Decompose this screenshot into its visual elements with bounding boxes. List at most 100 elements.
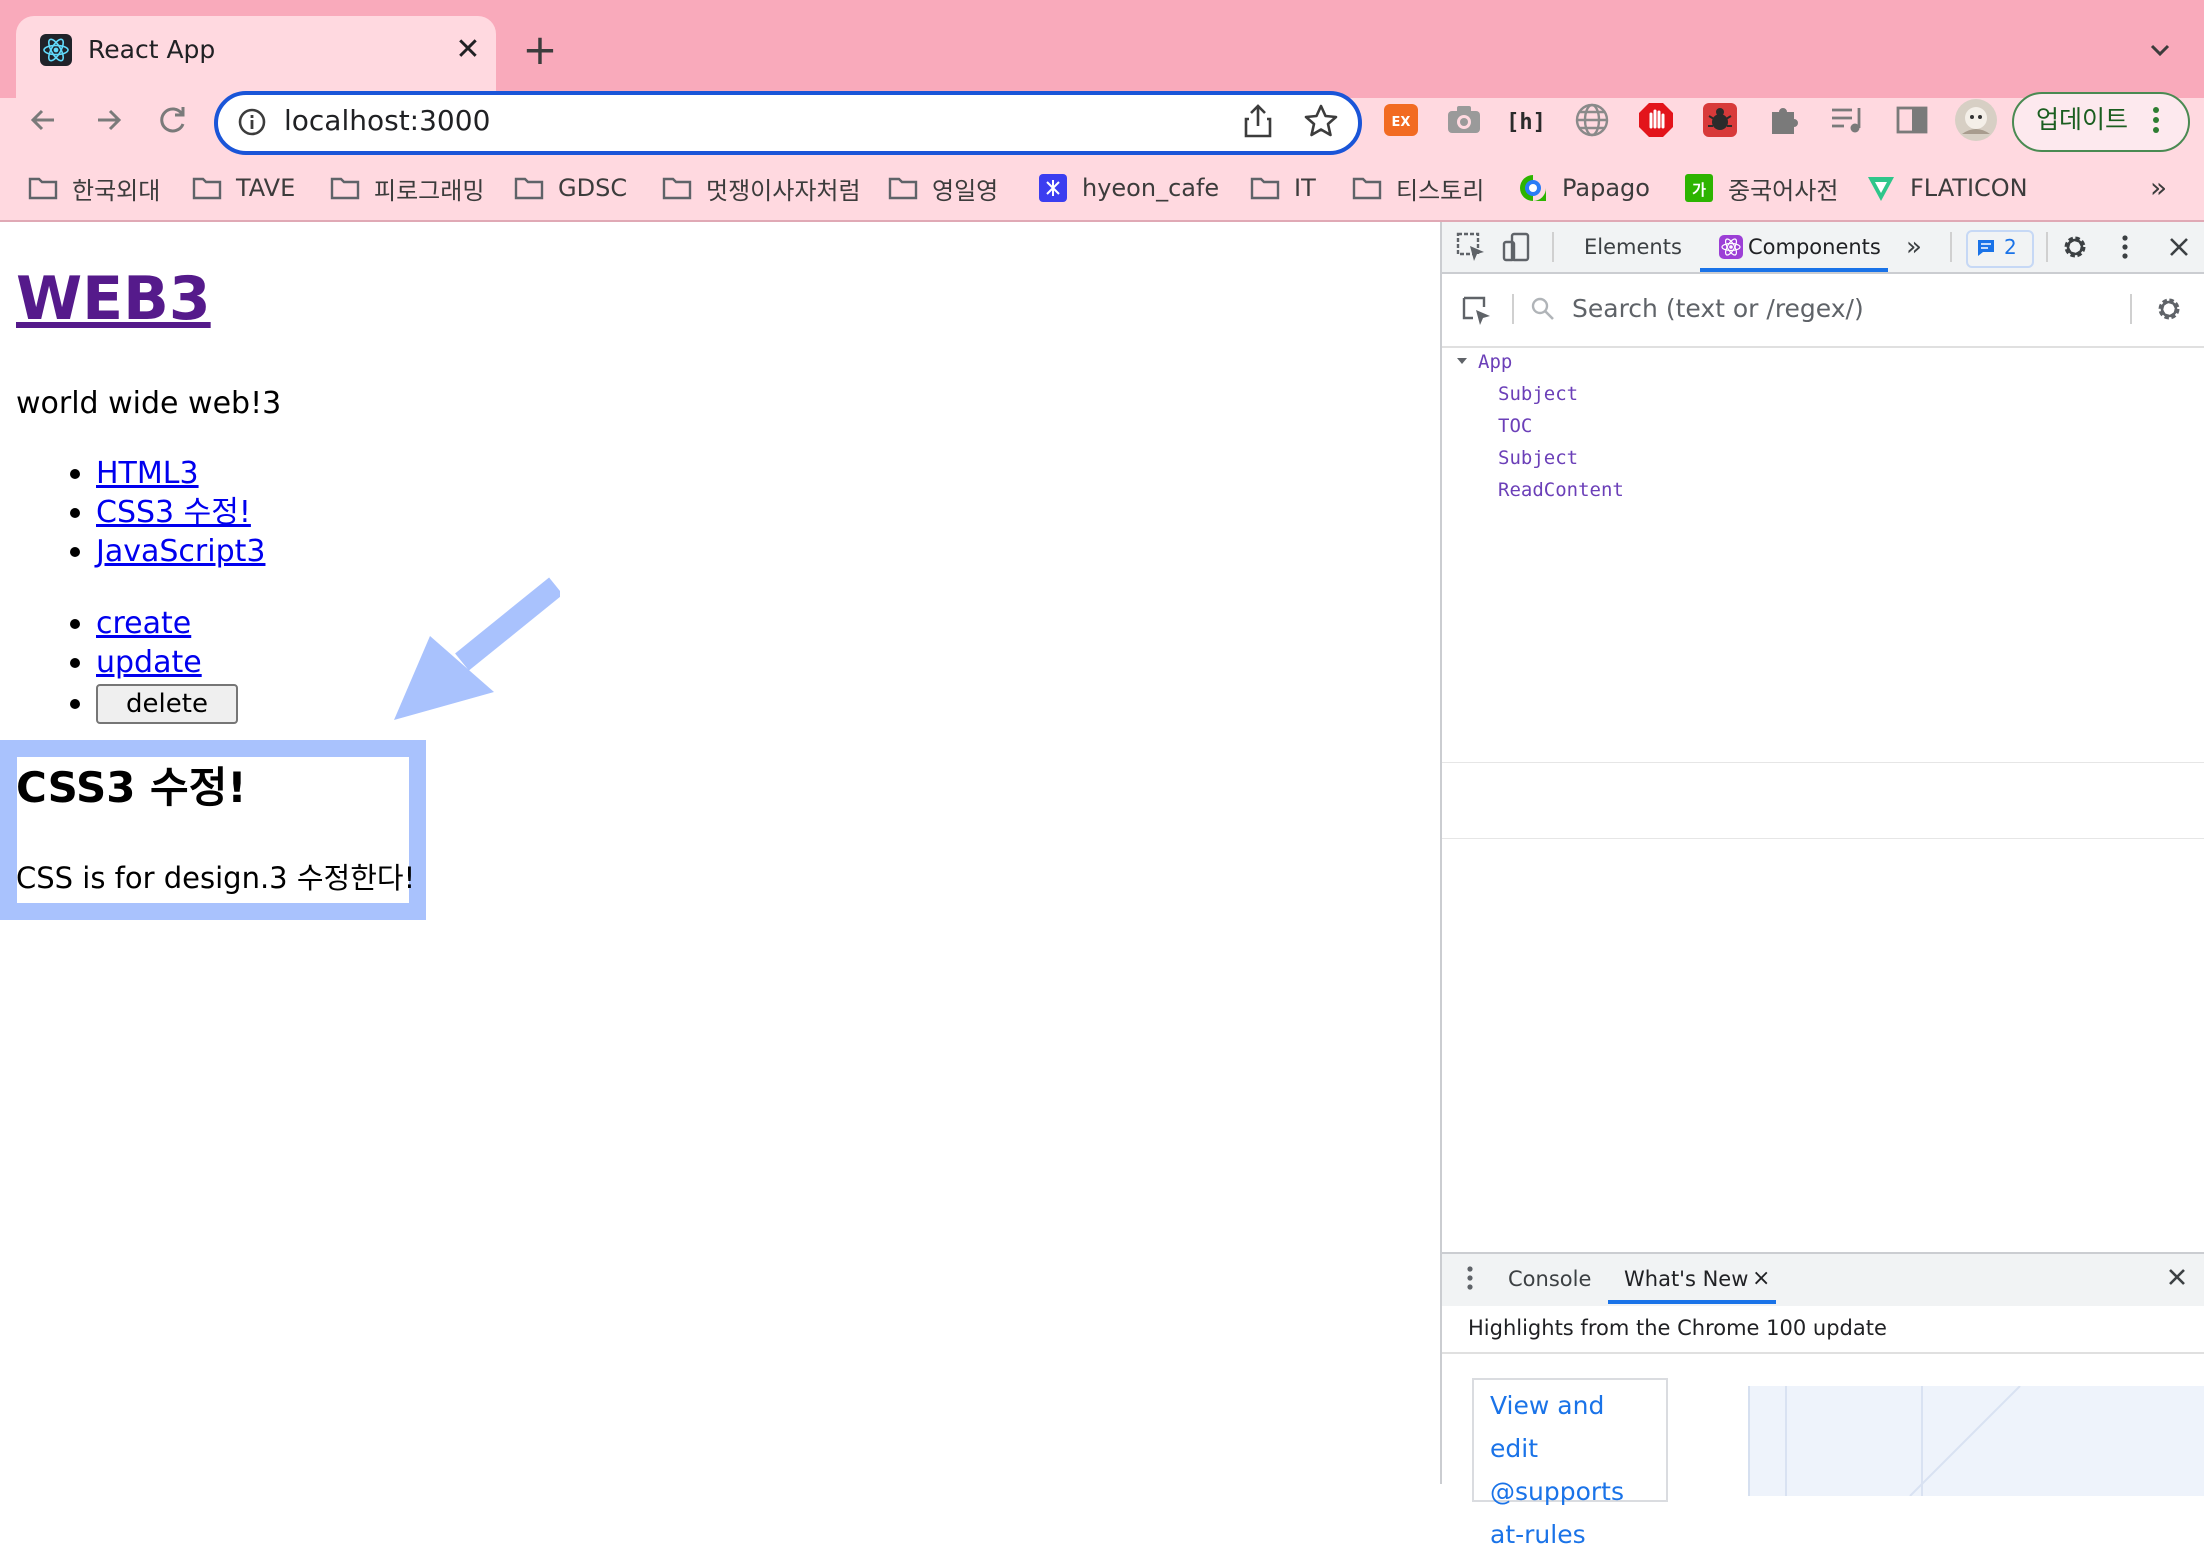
extensions-puzzle-icon[interactable] xyxy=(1764,100,1804,140)
select-element-icon[interactable] xyxy=(1460,294,1494,328)
bookmark-label: 티스토리 xyxy=(1396,176,1485,205)
bookmark-3[interactable]: GDSC xyxy=(514,168,627,208)
tab-search-chevron-icon[interactable] xyxy=(2140,30,2180,70)
bookmark-6[interactable]: hyeon_cafe xyxy=(1038,168,1219,208)
content-title: CSS3 수정! xyxy=(16,763,247,812)
chinese-dictionary-icon: 가 xyxy=(1684,173,1714,203)
svg-text:EX: EX xyxy=(1392,115,1411,130)
tree-node[interactable]: Subject xyxy=(1498,379,1578,409)
globe-icon[interactable] xyxy=(1572,100,1612,140)
device-toolbar-icon[interactable] xyxy=(1500,230,1534,264)
drawer-active-tab-indicator xyxy=(1608,1300,1776,1304)
list-bullet xyxy=(70,699,80,709)
forward-arrow-icon[interactable] xyxy=(86,98,130,142)
subject-description: world wide web!3 xyxy=(16,386,282,421)
whats-new-preview-image xyxy=(1748,1386,2204,1496)
folder-icon xyxy=(1352,173,1382,203)
list-item: HTML3 xyxy=(69,454,265,493)
camera-icon[interactable] xyxy=(1444,100,1484,140)
toolbar-divider xyxy=(1950,232,1952,262)
control-list: create update xyxy=(70,604,202,682)
drawer-tab-whats-new[interactable]: What's New xyxy=(1624,1254,1748,1304)
media-queue-icon[interactable] xyxy=(1828,100,1868,140)
close-drawer-icon[interactable] xyxy=(2160,1260,2194,1294)
bookmark-8[interactable]: 티스토리 xyxy=(1352,168,1484,208)
close-whats-new-icon[interactable]: × xyxy=(1752,1254,1770,1304)
menu-kebab-icon[interactable] xyxy=(2146,100,2166,140)
tab-elements[interactable]: Elements xyxy=(1584,222,1682,272)
ex-extension-icon[interactable]: EX xyxy=(1382,100,1422,140)
list-item: JavaScript3 xyxy=(69,532,265,571)
profile-avatar[interactable] xyxy=(1954,98,1998,142)
bookmark-1[interactable]: TAVE xyxy=(192,168,295,208)
bookmark-7[interactable]: IT xyxy=(1250,168,1316,208)
bookmark-9[interactable]: Papago xyxy=(1518,168,1650,208)
folder-icon xyxy=(514,173,544,203)
bookmark-label: 한국외대 xyxy=(72,176,161,205)
bookmark-label: 피로그래밍 xyxy=(374,176,485,205)
component-settings-gear-icon[interactable] xyxy=(2152,292,2186,326)
hypothesis-icon[interactable]: [h] xyxy=(1506,100,1546,140)
flaticon-icon xyxy=(1866,173,1896,203)
bookmark-label: TAVE xyxy=(236,174,296,202)
bug-extension-icon[interactable] xyxy=(1700,100,1740,140)
bookmark-star-icon[interactable] xyxy=(1302,102,1340,140)
toc-link-css[interactable]: CSS3 수정! xyxy=(96,495,251,530)
delete-button[interactable]: delete xyxy=(96,684,238,724)
bookmark-label: IT xyxy=(1294,174,1316,202)
tab-components[interactable]: Components xyxy=(1748,222,1881,272)
drawer-tab-console[interactable]: Console xyxy=(1508,1254,1591,1304)
list-item: update xyxy=(70,643,202,682)
share-icon[interactable] xyxy=(1240,102,1276,140)
folder-icon xyxy=(28,173,58,203)
bookmark-label: 중국어사전 xyxy=(1728,176,1839,205)
bookmark-5[interactable]: 영일영 xyxy=(888,168,998,208)
update-button-label: 업데이트 xyxy=(2036,105,2129,134)
papago-icon xyxy=(1518,173,1548,203)
bookmark-4[interactable]: 멋쟁이사자처럼 xyxy=(662,168,861,208)
search-divider xyxy=(2130,294,2132,324)
tree-node[interactable]: ReadContent xyxy=(1498,475,1624,505)
tree-node[interactable]: TOC xyxy=(1498,411,1532,441)
toc-link-javascript[interactable]: JavaScript3 xyxy=(96,534,265,569)
create-link[interactable]: create xyxy=(96,606,191,641)
bookmarks-overflow-button[interactable]: » xyxy=(2150,168,2167,208)
bookmark-2[interactable]: 피로그래밍 xyxy=(330,168,484,208)
url-text[interactable]: localhost:3000 xyxy=(284,98,490,144)
subject-title-link[interactable]: WEB3 xyxy=(16,260,211,338)
drawer-menu-kebab-icon[interactable] xyxy=(1460,1264,1480,1292)
reload-icon[interactable] xyxy=(150,98,194,142)
close-devtools-icon[interactable] xyxy=(2162,230,2196,264)
whats-new-headline: Highlights from the Chrome 100 update xyxy=(1468,1316,1887,1340)
content-description: CSS is for design.3 수정한다! xyxy=(16,861,416,895)
tree-node-app[interactable]: App xyxy=(1478,347,1512,377)
back-arrow-icon[interactable] xyxy=(22,98,66,142)
new-tab-button[interactable]: + xyxy=(520,29,560,71)
tab-close-icon[interactable]: ✕ xyxy=(448,30,488,70)
folder-icon xyxy=(888,173,918,203)
search-divider xyxy=(1512,294,1514,324)
components-search-input[interactable]: Search (text or /regex/) xyxy=(1572,290,1864,328)
folder-icon xyxy=(330,173,360,203)
whats-new-card-link[interactable]: View and edit @supports at-rules xyxy=(1490,1384,1660,1556)
inspect-element-icon[interactable] xyxy=(1454,230,1488,264)
more-options-kebab-icon[interactable] xyxy=(2108,230,2142,264)
folder-icon xyxy=(662,173,692,203)
panel-divider xyxy=(1442,762,2204,763)
side-panel-icon[interactable] xyxy=(1892,100,1932,140)
toc-link-html[interactable]: HTML3 xyxy=(96,456,199,491)
more-tabs-button[interactable]: » xyxy=(1906,222,1922,272)
search-icon xyxy=(1530,296,1556,322)
adblock-icon[interactable] xyxy=(1636,100,1676,140)
site-info-icon[interactable] xyxy=(236,106,268,138)
bookmark-11[interactable]: FLATICON xyxy=(1866,168,2028,208)
tree-expand-caret-icon[interactable] xyxy=(1454,353,1470,369)
update-link[interactable]: update xyxy=(96,645,202,680)
react-components-icon xyxy=(1718,234,1744,260)
svg-text:가: 가 xyxy=(1692,181,1706,199)
settings-gear-icon[interactable] xyxy=(2058,230,2092,264)
tree-node[interactable]: Subject xyxy=(1498,443,1578,473)
bookmark-10[interactable]: 가 중국어사전 xyxy=(1684,168,1838,208)
bookmark-0[interactable]: 한국외대 xyxy=(28,168,160,208)
bookmark-label: Papago xyxy=(1562,174,1650,202)
